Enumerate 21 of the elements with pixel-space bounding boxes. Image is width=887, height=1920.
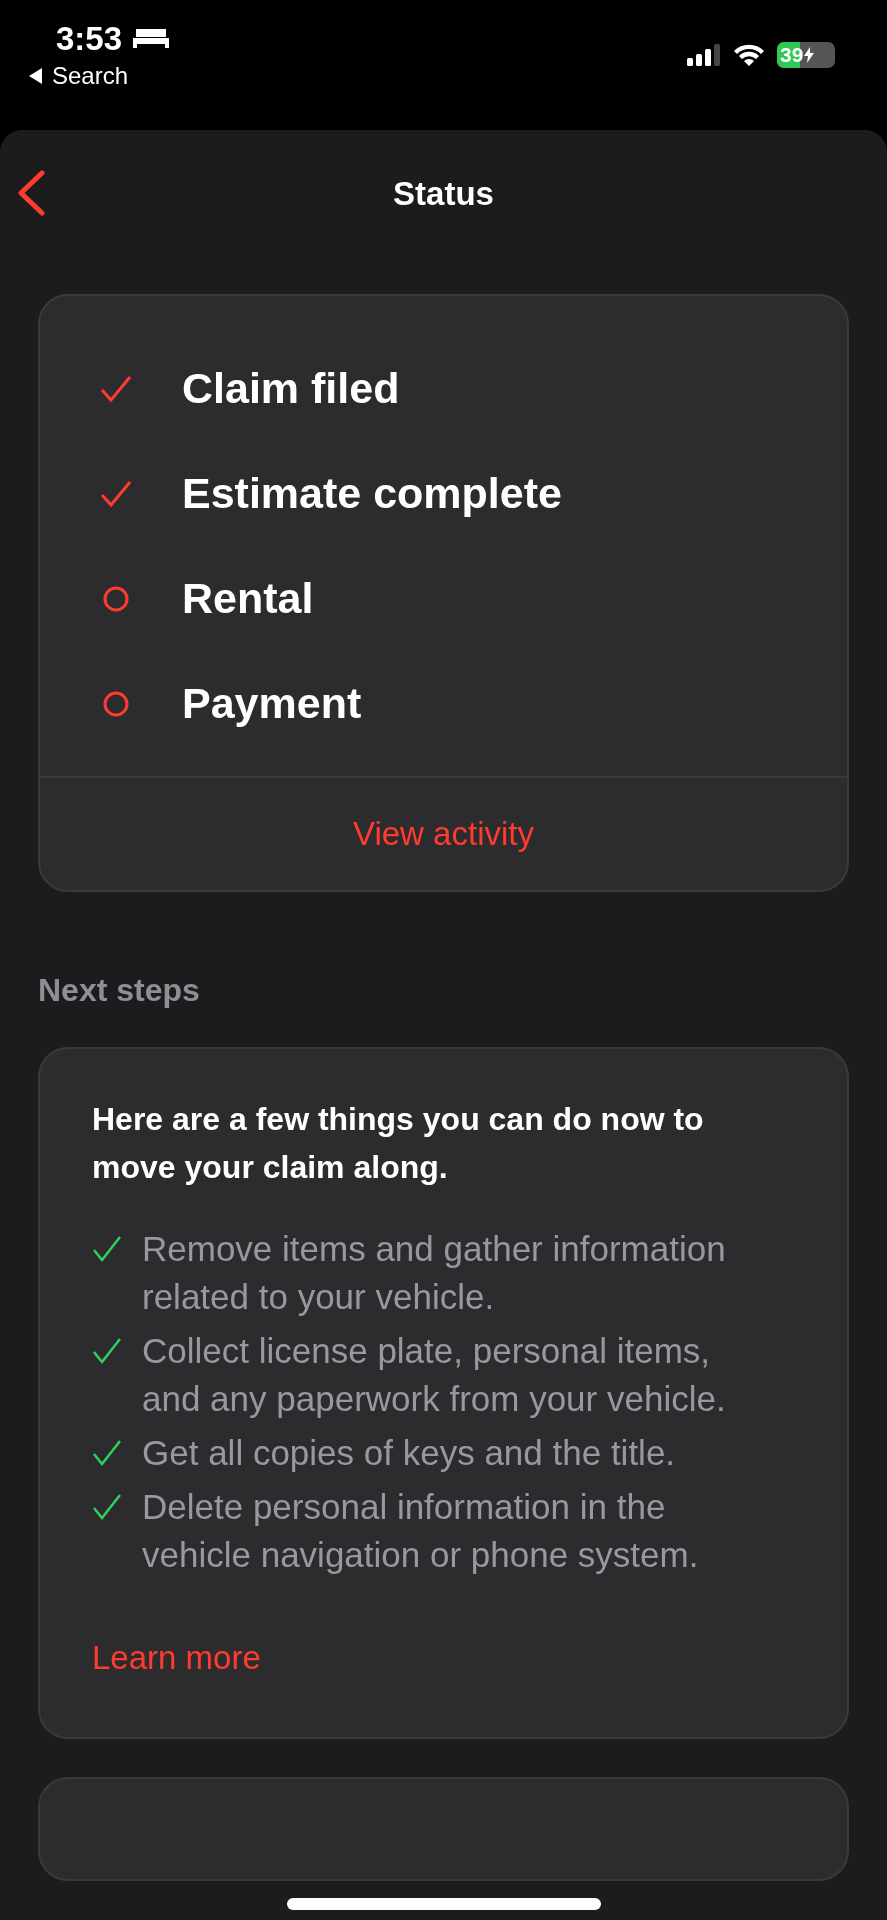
clock: 3:53 bbox=[56, 20, 123, 58]
screen-title: Status bbox=[393, 175, 494, 213]
step-label: Payment bbox=[182, 679, 362, 728]
bolt-icon bbox=[804, 47, 815, 63]
bed-icon bbox=[132, 27, 171, 51]
intro-text: Here are a few things you can do now to move your claim along. bbox=[92, 1100, 705, 1187]
back-button[interactable] bbox=[16, 170, 46, 219]
wifi-icon bbox=[733, 43, 765, 67]
section-heading: Next steps bbox=[38, 972, 201, 1009]
triangle-icon bbox=[28, 67, 44, 85]
step-text: Get all copies of keys and the title. bbox=[142, 1432, 676, 1474]
learn-more-link[interactable]: Learn more bbox=[92, 1639, 261, 1677]
signal-icon bbox=[687, 43, 721, 67]
step-label: Rental bbox=[182, 574, 314, 623]
step-text: Remove items and gather information related to your vehicle. bbox=[142, 1228, 727, 1318]
back-to-search-link[interactable]: Search bbox=[28, 58, 171, 90]
view-activity-link[interactable]: View activity bbox=[353, 815, 534, 853]
step-label: Claim filed bbox=[182, 364, 400, 413]
step-label: Estimate complete bbox=[182, 469, 562, 518]
step-text: Delete personal information in the vehicle navigation or phone system. bbox=[142, 1486, 700, 1576]
step-text: Collect license plate, personal items, and any paperwork from your vehicle. bbox=[142, 1330, 727, 1420]
